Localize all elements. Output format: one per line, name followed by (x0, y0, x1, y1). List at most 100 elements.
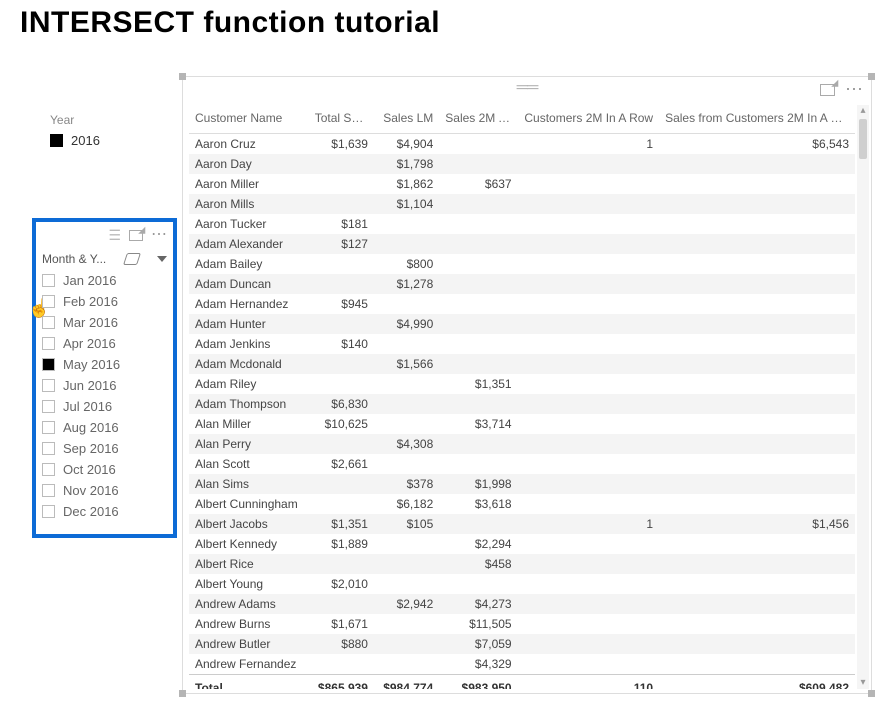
cell-name: Albert Kennedy (189, 534, 309, 554)
month-slicer-item[interactable]: Feb 2016 (42, 293, 167, 310)
table-row[interactable]: Albert Young$2,010 (189, 574, 855, 594)
resize-handle-icon[interactable] (868, 73, 875, 80)
table-row[interactable]: Albert Cunningham$6,182$3,618 (189, 494, 855, 514)
month-slicer-item[interactable]: May 2016 (42, 356, 167, 373)
scroll-up-icon[interactable]: ▴ (860, 105, 865, 117)
cell-name: Andrew Burns (189, 614, 309, 634)
year-slicer[interactable]: Year 2016 (50, 113, 170, 148)
month-slicer-item[interactable]: Aug 2016 (42, 419, 167, 436)
focus-mode-icon[interactable] (820, 84, 835, 96)
table-row[interactable]: Albert Kennedy$1,889$2,294 (189, 534, 855, 554)
resize-handle-icon[interactable] (179, 690, 186, 697)
checkbox-icon[interactable] (42, 295, 55, 308)
cell-ago2m: $7,059 (439, 634, 517, 654)
cell-name: Alan Sims (189, 474, 309, 494)
cell-total (309, 434, 374, 454)
column-header[interactable]: Total Sales (309, 105, 374, 134)
table-row[interactable]: Adam Mcdonald$1,566 (189, 354, 855, 374)
table-row[interactable]: Andrew Adams$2,942$4,273 (189, 594, 855, 614)
scroll-down-icon[interactable]: ▾ (860, 677, 865, 689)
table-row[interactable]: Alan Miller$10,625$3,714 (189, 414, 855, 434)
cell-name: Albert Jacobs (189, 514, 309, 534)
resize-handle-icon[interactable] (868, 690, 875, 697)
cell-ago2m: $637 (439, 174, 517, 194)
year-slicer-item[interactable]: 2016 (50, 133, 170, 148)
cell-cust2: 1 (518, 134, 659, 155)
table-row[interactable]: Alan Scott$2,661 (189, 454, 855, 474)
month-slicer-item[interactable]: Sep 2016 (42, 440, 167, 457)
month-slicer-item-label: Sep 2016 (63, 441, 119, 456)
table-row[interactable]: Adam Hunter$4,990 (189, 314, 855, 334)
grip-icon[interactable]: ☰ (108, 227, 121, 244)
month-slicer-item[interactable]: Dec 2016 (42, 503, 167, 520)
table-row[interactable]: Adam Alexander$127 (189, 234, 855, 254)
more-options-icon[interactable] (151, 228, 167, 242)
checkbox-icon[interactable] (42, 316, 55, 329)
table-row[interactable]: Andrew Fernandez$4,329 (189, 654, 855, 675)
month-slicer-item[interactable]: Oct 2016 (42, 461, 167, 478)
cell-total (309, 154, 374, 174)
checkbox-icon[interactable] (42, 379, 55, 392)
table-row[interactable]: Albert Rice$458 (189, 554, 855, 574)
focus-mode-icon[interactable] (129, 230, 143, 241)
table-row[interactable]: Adam Thompson$6,830 (189, 394, 855, 414)
table-row[interactable]: Aaron Tucker$181 (189, 214, 855, 234)
table-row[interactable]: Aaron Cruz$1,639$4,9041$6,543 (189, 134, 855, 155)
cell-total (309, 194, 374, 214)
table-row[interactable]: Adam Riley$1,351 (189, 374, 855, 394)
total-cell-total: $865,939 (309, 675, 374, 690)
checkbox-icon[interactable] (42, 463, 55, 476)
chevron-down-icon[interactable] (157, 256, 167, 262)
column-header[interactable]: Customer Name (189, 105, 309, 134)
column-header[interactable]: Sales 2M Ago (439, 105, 517, 134)
cell-total (309, 174, 374, 194)
cell-ago2m (439, 214, 517, 234)
table-row[interactable]: Albert Jacobs$1,351$1051$1,456 (189, 514, 855, 534)
drag-grip-icon[interactable]: ══ (517, 79, 538, 97)
checkbox-icon[interactable] (42, 442, 55, 455)
column-header[interactable]: Sales from Customers 2M In A Row (659, 105, 855, 134)
checkbox-icon[interactable] (42, 337, 55, 350)
clear-selections-icon[interactable] (123, 253, 141, 265)
cell-total: $2,010 (309, 574, 374, 594)
checkbox-icon[interactable] (42, 400, 55, 413)
table-row[interactable]: Aaron Day$1,798 (189, 154, 855, 174)
checkbox-icon[interactable] (42, 274, 55, 287)
month-slicer-item[interactable]: Jun 2016 (42, 377, 167, 394)
table-visual[interactable]: ══ Customer NameTotal SalesSales LMSales… (182, 76, 872, 694)
cell-cust2 (518, 214, 659, 234)
scroll-thumb[interactable] (859, 119, 867, 159)
table-row[interactable]: Adam Jenkins$140 (189, 334, 855, 354)
table-row[interactable]: Alan Perry$4,308 (189, 434, 855, 454)
table-row[interactable]: Andrew Burns$1,671$11,505 (189, 614, 855, 634)
cell-lm (374, 634, 439, 654)
table-row[interactable]: Adam Bailey$800 (189, 254, 855, 274)
column-header[interactable]: Sales LM (374, 105, 439, 134)
total-cell-lm: $984,774 (374, 675, 439, 690)
month-slicer-item[interactable]: Jan 2016 (42, 272, 167, 289)
cell-total: $1,671 (309, 614, 374, 634)
table-row[interactable]: Aaron Miller$1,862$637 (189, 174, 855, 194)
month-slicer-item[interactable]: Nov 2016 (42, 482, 167, 499)
cell-ago2m (439, 254, 517, 274)
table-row[interactable]: Adam Hernandez$945 (189, 294, 855, 314)
table-row[interactable]: Alan Sims$378$1,998 (189, 474, 855, 494)
checkbox-icon[interactable] (42, 421, 55, 434)
checkbox-icon[interactable] (42, 358, 55, 371)
table-row[interactable]: Adam Duncan$1,278 (189, 274, 855, 294)
month-slicer-item[interactable]: Mar 2016 (42, 314, 167, 331)
cell-name: Adam Riley (189, 374, 309, 394)
vertical-scrollbar[interactable]: ▴ ▾ (857, 105, 869, 689)
table-row[interactable]: Aaron Mills$1,104 (189, 194, 855, 214)
column-header[interactable]: Customers 2M In A Row (518, 105, 659, 134)
checkbox-icon[interactable] (42, 505, 55, 518)
resize-handle-icon[interactable] (179, 73, 186, 80)
month-slicer-item[interactable]: Jul 2016 (42, 398, 167, 415)
more-options-icon[interactable] (845, 79, 863, 100)
month-slicer-item[interactable]: Apr 2016 (42, 335, 167, 352)
checkbox-icon[interactable] (50, 134, 63, 147)
table-row[interactable]: Andrew Butler$880$7,059 (189, 634, 855, 654)
checkbox-icon[interactable] (42, 484, 55, 497)
month-slicer[interactable]: ☰ Month & Y... ☝️ Jan 2016Feb 2016Mar 20… (32, 218, 177, 538)
cell-name: Albert Cunningham (189, 494, 309, 514)
